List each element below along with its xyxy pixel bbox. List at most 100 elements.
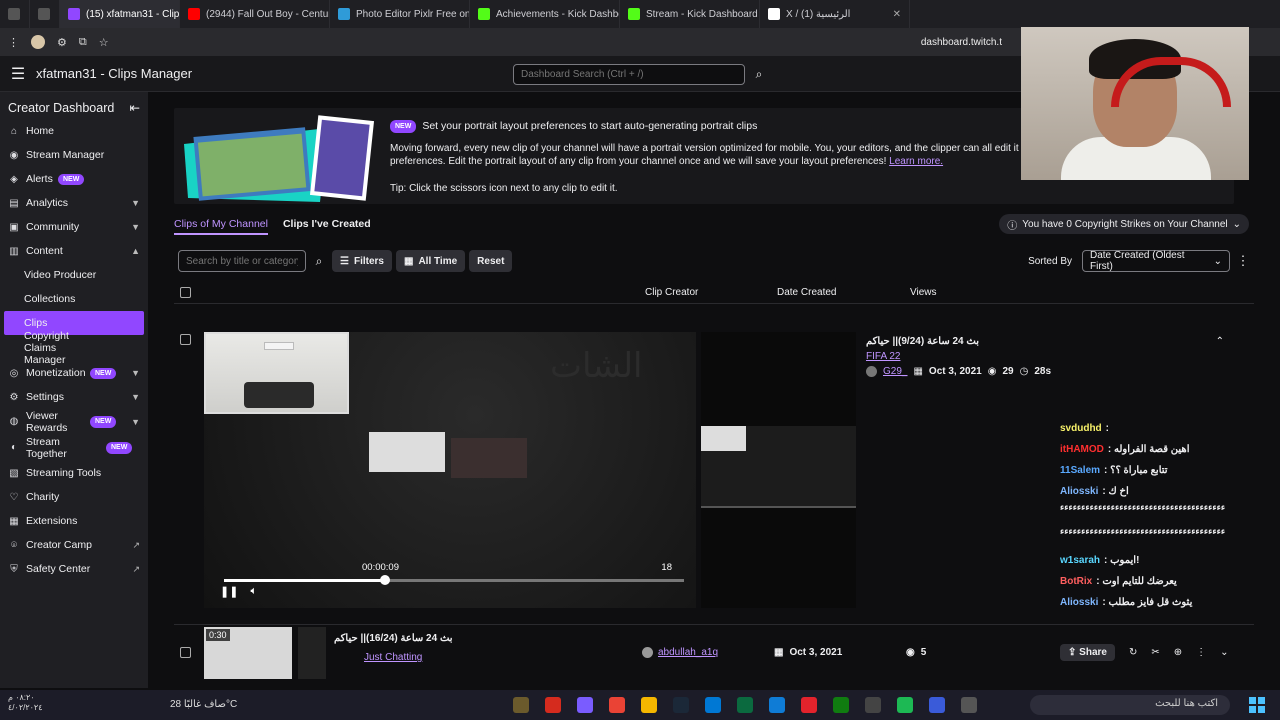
clip-game-link[interactable]: FIFA 22 [866, 351, 1236, 362]
tab-favicon-icon [38, 8, 50, 20]
app-icon[interactable] [513, 697, 529, 713]
clip-search-input[interactable] [178, 250, 306, 272]
app-icon[interactable] [545, 697, 561, 713]
sidebar-item-content[interactable]: ▥ Content ▲ [0, 239, 148, 263]
clip-info: بث 24 ساعة (9/24)|| حياكم FIFA 22 G29_ ▦… [866, 336, 1236, 377]
hamburger-icon[interactable]: ☰ [0, 64, 36, 84]
sidebar-item-viewer-rewards[interactable]: ◍ Viewer Rewards NEW ▼ [0, 409, 148, 435]
chevron-down-icon[interactable]: ▼ [131, 368, 140, 378]
sidebar-item-safety-center[interactable]: ⛨ Safety Center ↗ [0, 557, 148, 581]
sidebar-item-copyright-claims-manager[interactable]: Copyright Claims Manager [0, 330, 148, 366]
profile-icon[interactable] [31, 35, 45, 49]
browser-tab[interactable]: Photo Editor Pixlr Free online In✕ [330, 0, 470, 28]
app-icon[interactable] [577, 697, 593, 713]
folder-icon[interactable] [641, 697, 657, 713]
browser-tab[interactable]: (15) xfatman31 - Clips Manager✕ [60, 0, 180, 28]
volume-icon[interactable]: 🔈︎ [250, 585, 257, 598]
sidebar-item-stream-manager[interactable]: ◉ Stream Manager [0, 143, 148, 167]
row-checkbox[interactable] [180, 334, 191, 348]
select-all-checkbox[interactable] [180, 287, 191, 301]
collapse-row-icon[interactable]: ⌃ [1216, 336, 1224, 347]
close-tab-icon[interactable]: ✕ [893, 9, 901, 20]
calendar-icon: ▦ [774, 647, 784, 658]
sidebar-item-video-producer[interactable]: Video Producer [0, 263, 148, 287]
pause-icon[interactable]: ❚❚ [220, 585, 238, 598]
taskbar-clock[interactable]: ٠٨:٢٠ م ٤/٠٢/٢٠٢٤ [8, 693, 43, 714]
dashboard-search-input[interactable] [513, 64, 745, 85]
clip-creator[interactable]: abdullah_a1q [642, 647, 718, 658]
clip-player[interactable]: الشات 00:00:09 18 ❚❚ 🔈︎ [204, 332, 696, 608]
steam-icon[interactable] [673, 697, 689, 713]
tune-icon[interactable]: ⚙ [57, 36, 67, 49]
banner-text: NEW Set your portrait layout preferences… [390, 120, 1030, 195]
sort-select[interactable]: Date Created (Oldest First) ⌄ [1082, 250, 1230, 272]
collapse-sidebar-icon[interactable]: ⇤ [130, 100, 140, 115]
chat-text: : تتابع مباراة ؟؟ [1104, 465, 1168, 476]
more-options-icon[interactable]: ⋮ [1234, 253, 1252, 269]
outlook-icon[interactable] [705, 697, 721, 713]
browser-tab[interactable]: (2944) Fall Out Boy - Centuries✕ [180, 0, 330, 28]
app-icon[interactable] [801, 697, 817, 713]
clip-thumbnail[interactable]: 0:30 [204, 627, 292, 679]
chevron-down-icon[interactable]: ▼ [131, 198, 140, 208]
search-icon[interactable]: ⌕ [310, 254, 328, 269]
star-icon[interactable]: ☆ [99, 36, 109, 49]
browser-tab[interactable] [0, 0, 30, 28]
learn-more-link[interactable]: Learn more. [889, 156, 943, 167]
browser-tab[interactable]: Stream - Kick Dashboard✕ [620, 0, 760, 28]
chevron-down-icon[interactable]: ▼ [131, 392, 140, 402]
dashboard-search: ⌕ [513, 64, 769, 85]
sidebar-item-label: Content [26, 245, 63, 257]
menu-icon[interactable]: ⋮ [8, 36, 19, 49]
sidebar-item-home[interactable]: ⌂ Home [0, 119, 148, 143]
taskview-icon[interactable] [961, 697, 977, 713]
weather-widget[interactable]: صاف غالبًا 28°C [170, 699, 237, 710]
row-checkbox[interactable] [180, 647, 191, 661]
spotify-icon[interactable] [897, 697, 913, 713]
tab-clips-of-my-channel[interactable]: Clips of My Channel [174, 218, 268, 235]
xbox-icon[interactable] [833, 697, 849, 713]
scrubber-knob[interactable] [380, 575, 390, 585]
chrome-icon[interactable] [609, 697, 625, 713]
sidebar-item-community[interactable]: ▣ Community ▼ [0, 215, 148, 239]
sidebar-item-collections[interactable]: Collections [0, 287, 148, 311]
sidebar-item-streaming-tools[interactable]: ▧ Streaming Tools [0, 461, 148, 485]
sidebar-item-analytics[interactable]: ▤ Analytics ▼ [0, 191, 148, 215]
app-icon[interactable] [865, 697, 881, 713]
windows-start-icon[interactable] [1248, 696, 1266, 714]
chevron-up-icon[interactable]: ▲ [131, 246, 140, 256]
sidebar-item-extensions[interactable]: ▦ Extensions [0, 509, 148, 533]
edge-icon[interactable] [769, 697, 785, 713]
filters-button[interactable]: ☰ Filters [332, 250, 392, 272]
search-icon[interactable]: ⌕ [749, 64, 769, 85]
copyright-strikes-button[interactable]: ⓘ You have 0 Copyright Strikes on Your C… [999, 214, 1249, 234]
sidebar-item-charity[interactable]: ♡ Charity [0, 485, 148, 509]
sidebar-item-alerts[interactable]: ◈ Alerts NEW [0, 167, 148, 191]
clip-creator-link[interactable]: G29_ [883, 366, 907, 377]
app-icon[interactable] [737, 697, 753, 713]
url-text[interactable]: dashboard.twitch.t [921, 37, 1002, 48]
browser-tab[interactable]: X / (1) الرئيسية ✕ [760, 0, 910, 28]
taskbar-search[interactable]: اكتب هنا للبحث [1030, 695, 1230, 715]
browser-tab[interactable] [30, 0, 60, 28]
reset-button[interactable]: Reset [469, 250, 513, 272]
chevron-down-icon[interactable]: ▼ [131, 417, 140, 427]
sidebar-item-creator-camp[interactable]: ⌾ Creator Camp ↗ [0, 533, 148, 557]
scissors-icon[interactable]: ✂ [1151, 647, 1159, 658]
extension-icon[interactable]: ⧉ [79, 36, 87, 49]
time-range-button[interactable]: ▦ All Time [395, 250, 466, 272]
app-icon[interactable] [929, 697, 945, 713]
add-icon[interactable]: ⊕ [1174, 647, 1182, 658]
clip-creator-link[interactable]: abdullah_a1q [658, 647, 718, 658]
clip-tabs: Clips of My Channel Clips I've Created [174, 218, 371, 235]
sidebar-item-monetization[interactable]: ◎ Monetization NEW ▼ [0, 361, 148, 385]
sidebar-item-settings[interactable]: ⚙ Settings ▼ [0, 385, 148, 409]
more-icon[interactable]: ⋮ [1196, 647, 1206, 658]
player-scrubber[interactable] [224, 575, 684, 585]
browser-tab[interactable]: Achievements - Kick Dashboard✕ [470, 0, 620, 28]
chevron-down-icon[interactable]: ▼ [131, 222, 140, 232]
clip-game-link[interactable]: Just Chatting [364, 652, 422, 663]
tab-clips-ive-created[interactable]: Clips I've Created [283, 218, 371, 235]
sidebar-item-stream-together[interactable]: ◐ Stream Together NEW [0, 435, 148, 461]
chevron-down-icon[interactable]: ⌄ [1220, 647, 1228, 658]
